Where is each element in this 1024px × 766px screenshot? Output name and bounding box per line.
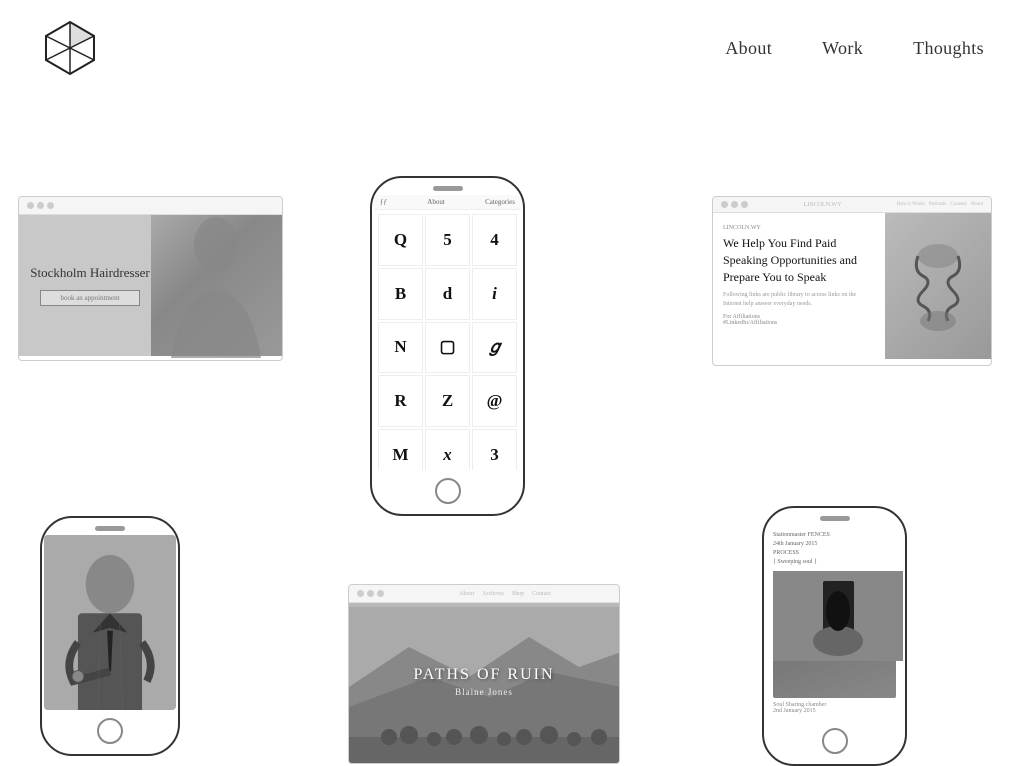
suit-phone-home[interactable] (97, 718, 123, 744)
font-cell-14[interactable]: 3 (472, 429, 517, 470)
speaking-subtitle-small: LINCOLN.WY (723, 225, 875, 231)
speaking-link2[interactable]: #LinkedIn/Affiliations (723, 320, 875, 326)
dot3 (47, 202, 54, 209)
ruin-content: PATHS OF RUIN Blaine Jones (349, 603, 619, 759)
sdot1 (721, 201, 728, 208)
phone-journal: Stationmaster FENCES 24th January 2015 P… (762, 506, 907, 766)
journal-phone-screen: Stationmaster FENCES 24th January 2015 P… (766, 525, 903, 720)
dot2 (37, 202, 44, 209)
dot1 (27, 202, 34, 209)
font-cell-8[interactable]: 𝑔 (472, 322, 517, 374)
suit-phone-top (42, 518, 178, 535)
phone-nav-bar: ƒƒ About Categories (374, 195, 521, 210)
font-brand: ƒƒ (380, 198, 387, 206)
stockholm-text-area: Stockholm Hairdresser book an appointmen… (19, 215, 161, 356)
speaking-nav3: Courses (950, 202, 966, 207)
speaking-nav4: About (970, 202, 983, 207)
speaking-image (885, 213, 991, 359)
speaking-browser-bar: LINCOLN.WY How it Works Podcasts Courses… (713, 197, 991, 213)
speaking-nav2: Podcasts (929, 202, 947, 207)
font-cell-9[interactable]: R (378, 375, 423, 427)
journal-footer-date: 2nd January 2015 (773, 708, 896, 714)
rdot1 (357, 590, 364, 597)
speaking-url: LINCOLN.WY (804, 202, 842, 208)
ruin-title: PATHS OF RUIN (414, 666, 555, 684)
font-cell-12[interactable]: M (378, 429, 423, 470)
journal-line3: PROCESS (773, 549, 896, 558)
nav-work[interactable]: Work (822, 38, 863, 59)
journal-photo (773, 571, 896, 698)
journal-phone-top (764, 508, 905, 525)
phone-font-catalog: ƒƒ About Categories Q 5 4 B d i N ▢ 𝑔 R … (370, 176, 525, 516)
font-cell-3[interactable]: B (378, 268, 423, 320)
sdot2 (731, 201, 738, 208)
card-ruin: About Archives Shop Contact (348, 584, 620, 764)
font-cell-0[interactable]: Q (378, 214, 423, 266)
journal-content: Stationmaster FENCES 24th January 2015 P… (766, 525, 903, 720)
phone-home-button[interactable] (435, 478, 461, 504)
journal-phone-home[interactable] (822, 728, 848, 754)
stockholm-title: Stockholm Hairdresser (30, 265, 150, 282)
ruin-nav-4: Contact (532, 591, 551, 597)
card-speaking: LINCOLN.WY How it Works Podcasts Courses… (712, 196, 992, 366)
nav-about[interactable]: About (725, 38, 772, 59)
stockholm-person-image (151, 215, 283, 356)
journal-meta: Stationmaster FENCES 24th January 2015 P… (773, 531, 896, 567)
journal-phone-speaker (820, 516, 850, 521)
speaking-nav1: How it Works (897, 202, 925, 207)
font-cell-6[interactable]: N (378, 322, 423, 374)
suit-photo (44, 535, 176, 710)
ruin-nav-3: Shop (512, 591, 524, 597)
font-nav-categories: Categories (485, 198, 515, 206)
font-cell-4[interactable]: d (425, 268, 470, 320)
phone-bottom-bar (435, 470, 461, 514)
font-cell-10[interactable]: Z (425, 375, 470, 427)
ruin-nav-2: Archives (482, 591, 504, 597)
speaking-links: For Affiliations #LinkedIn/Affiliations (723, 314, 875, 326)
phone-suit (40, 516, 180, 756)
journal-footer: Soul Sharing chamber 2nd January 2015 (773, 702, 896, 716)
speaking-text-block: LINCOLN.WY We Help You Find Paid Speakin… (713, 213, 885, 359)
journal-line4: { Sweeping soul } (773, 558, 896, 567)
stockholm-content: Stockholm Hairdresser book an appointmen… (19, 215, 282, 356)
browser-bar-stockholm (19, 197, 282, 215)
suit-phone-screen (44, 535, 176, 710)
portfolio-grid: Stockholm Hairdresser book an appointmen… (0, 96, 1024, 716)
speaking-body-text: Following links are public library to ac… (723, 291, 875, 308)
phone-top-bar (372, 178, 523, 195)
rdot3 (377, 590, 384, 597)
suit-phone-bottom (97, 710, 123, 754)
card-stockholm: Stockholm Hairdresser book an appointmen… (18, 196, 283, 361)
font-cell-13[interactable]: x (425, 429, 470, 470)
phone-speaker (433, 186, 463, 191)
logo[interactable] (40, 18, 100, 78)
font-cell-11[interactable]: @ (472, 375, 517, 427)
ruin-browser-bar: About Archives Shop Contact (349, 585, 619, 603)
ruin-subtitle: Blaine Jones (455, 687, 513, 697)
journal-line2: 24th January 2015 (773, 540, 896, 549)
main-nav: About Work Thoughts (725, 38, 984, 59)
font-cell-7[interactable]: ▢ (425, 322, 470, 374)
rdot2 (367, 590, 374, 597)
font-cell-2[interactable]: 4 (472, 214, 517, 266)
speaking-main-title: We Help You Find Paid Speaking Opportuni… (723, 235, 875, 285)
journal-line1: Stationmaster FENCES (773, 531, 896, 540)
font-cell-1[interactable]: 5 (425, 214, 470, 266)
nav-thoughts[interactable]: Thoughts (913, 38, 984, 59)
phone-screen-font: ƒƒ About Categories Q 5 4 B d i N ▢ 𝑔 R … (374, 195, 521, 470)
speaking-content: LINCOLN.WY We Help You Find Paid Speakin… (713, 213, 991, 359)
sdot3 (741, 201, 748, 208)
font-grid: Q 5 4 B d i N ▢ 𝑔 R Z @ M x 3 (374, 210, 521, 470)
journal-phone-bottom (822, 720, 848, 764)
stockholm-booking-input[interactable]: book an appointment (40, 290, 140, 306)
ruin-nav-1: About (459, 591, 474, 597)
font-cell-5[interactable]: i (472, 268, 517, 320)
font-nav-about: About (427, 198, 445, 206)
suit-phone-speaker (95, 526, 125, 531)
